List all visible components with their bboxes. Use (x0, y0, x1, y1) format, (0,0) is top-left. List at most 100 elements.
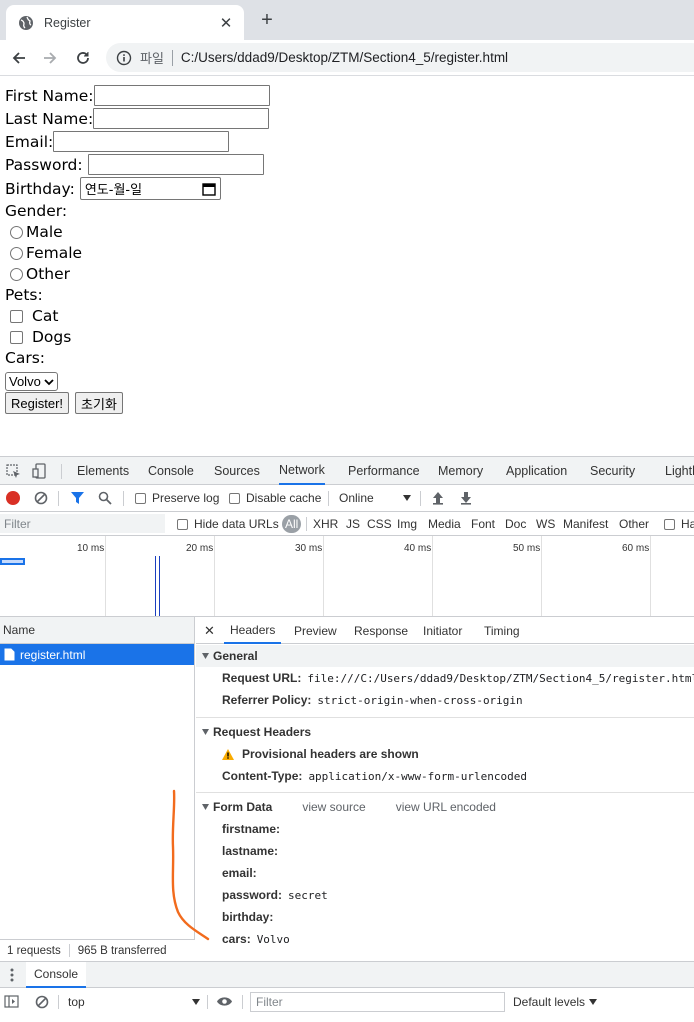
record-icon[interactable] (6, 491, 20, 505)
pet-option-cat[interactable]: Cat (5, 307, 58, 325)
more-vertical-icon[interactable] (10, 968, 14, 982)
gender-option-other[interactable]: Other (5, 265, 70, 283)
download-icon[interactable] (460, 491, 472, 505)
globe-icon (19, 15, 33, 30)
drawer-tab-console[interactable]: Console (26, 962, 87, 988)
checkbox-dogs[interactable] (10, 330, 23, 344)
eye-icon[interactable] (216, 996, 233, 1007)
url-text[interactable]: C:/Users/ddad9/Desktop/ZTM/Section4_5/re… (181, 50, 508, 65)
form-field-row: email: (222, 866, 263, 880)
reset-button[interactable]: 초기화 (75, 392, 123, 414)
pet-option-dogs[interactable]: Dogs (5, 328, 71, 346)
reload-button[interactable] (71, 46, 95, 70)
email-input[interactable] (53, 131, 230, 152)
form-field-row: firstname: (222, 822, 286, 836)
checkbox-box[interactable] (177, 518, 188, 530)
form-field-value: Volvo (256, 932, 290, 946)
detail-tab-headers[interactable]: Headers (224, 617, 282, 644)
detail-tab-timing[interactable]: Timing (484, 617, 520, 644)
password-input[interactable] (87, 154, 264, 175)
type-filter-ws[interactable]: WS (536, 517, 555, 531)
header-value: file:///C:/Users/ddad9/Desktop/ZTM/Secti… (307, 671, 694, 685)
panel-tab-network[interactable]: Network (279, 457, 325, 485)
address-bar[interactable]: 파일 C:/Users/ddad9/Desktop/ZTM/Section4_5… (106, 43, 694, 72)
request-details: ✕ Headers Preview Response Initiator Tim… (196, 617, 694, 961)
type-filter-js[interactable]: JS (346, 517, 360, 531)
inspect-element-icon[interactable] (6, 464, 21, 479)
panel-tab-lighthouse[interactable]: Lighth (665, 457, 694, 485)
checkbox-box[interactable] (135, 492, 146, 504)
throttling-select[interactable]: Online (339, 491, 411, 505)
browser-toolbar: 파일 C:/Users/ddad9/Desktop/ZTM/Section4_5… (0, 40, 694, 76)
gender-option-female[interactable]: Female (5, 244, 82, 262)
register-button[interactable]: Register! (5, 392, 70, 414)
clear-icon[interactable] (34, 491, 48, 505)
radio-male[interactable] (10, 225, 23, 239)
panel-tab-memory[interactable]: Memory (438, 457, 483, 485)
new-tab-button[interactable]: + (256, 9, 278, 31)
radio-other[interactable] (10, 267, 23, 281)
panel-tab-console[interactable]: Console (148, 457, 194, 485)
form-data-section-header[interactable]: Form Data view source view URL encoded (196, 796, 694, 818)
type-filter-css[interactable]: CSS (367, 517, 392, 531)
panel-tab-elements[interactable]: Elements (77, 457, 129, 485)
type-filter-media[interactable]: Media (428, 517, 461, 531)
birthday-input[interactable]: 연도-월-일 (79, 177, 221, 200)
detail-tab-preview[interactable]: Preview (294, 617, 337, 644)
first-name-input[interactable] (93, 85, 270, 106)
context-select[interactable]: top (68, 995, 200, 1009)
close-details-icon[interactable]: ✕ (204, 617, 215, 644)
type-filter-img[interactable]: Img (397, 517, 417, 531)
filter-input[interactable]: Filter (0, 514, 165, 533)
type-filter-all[interactable]: All (282, 515, 302, 533)
search-icon[interactable] (98, 491, 112, 505)
disable-cache-checkbox[interactable]: Disable cache (229, 491, 321, 505)
type-filter-other[interactable]: Other (619, 517, 649, 531)
detail-tab-response[interactable]: Response (354, 617, 408, 644)
request-headers-section-header[interactable]: Request Headers (196, 721, 694, 743)
transferred-size: 965 B transferred (77, 944, 167, 957)
checkbox-box[interactable] (664, 518, 675, 530)
network-overview-timeline[interactable]: 10 ms 20 ms 30 ms 40 ms 50 ms 60 ms (0, 536, 694, 617)
divider (328, 491, 329, 506)
close-tab-icon[interactable]: ✕ (216, 13, 236, 33)
view-url-encoded-link[interactable]: view URL encoded (396, 800, 496, 814)
general-section-header[interactable]: General (196, 645, 694, 667)
panel-tab-performance[interactable]: Performance (348, 457, 420, 485)
last-name-input[interactable] (93, 108, 270, 129)
type-filter-font[interactable]: Font (471, 517, 495, 531)
load-marker (159, 556, 160, 616)
type-filter-xhr[interactable]: XHR (313, 517, 338, 531)
request-row[interactable]: register.html (0, 644, 194, 665)
name-column-header[interactable]: Name (0, 617, 194, 644)
panel-tab-application[interactable]: Application (506, 457, 567, 485)
clear-console-icon[interactable] (35, 995, 49, 1009)
type-filter-doc[interactable]: Doc (505, 517, 526, 531)
calendar-icon[interactable] (202, 182, 216, 196)
panel-tab-sources[interactable]: Sources (214, 457, 260, 485)
checkbox-cat[interactable] (10, 309, 23, 323)
detail-tab-initiator[interactable]: Initiator (423, 617, 462, 644)
forward-button[interactable] (38, 46, 62, 70)
upload-icon[interactable] (432, 491, 444, 505)
hide-data-urls-checkbox[interactable]: Hide data URLs (177, 517, 279, 531)
hide-data-urls-label: Hide data URLs (194, 517, 279, 531)
browser-tab[interactable]: Register ✕ (6, 5, 244, 40)
gender-option-male[interactable]: Male (5, 223, 63, 241)
blocked-cookies-checkbox[interactable]: Ha (664, 517, 694, 531)
type-filter-manifest[interactable]: Manifest (563, 517, 608, 531)
view-source-link[interactable]: view source (302, 800, 365, 814)
checkbox-box[interactable] (229, 492, 240, 504)
console-filter-input[interactable]: Filter (250, 992, 505, 1012)
device-toolbar-icon[interactable] (32, 463, 47, 479)
filter-icon[interactable] (70, 491, 85, 505)
panel-tab-security[interactable]: Security (590, 457, 635, 485)
log-levels-select[interactable]: Default levels (513, 995, 598, 1009)
gender-label-row: Gender: (5, 202, 67, 220)
preserve-log-checkbox[interactable]: Preserve log (135, 491, 219, 505)
back-button[interactable] (7, 46, 31, 70)
radio-female[interactable] (10, 246, 23, 260)
info-icon[interactable] (116, 50, 132, 66)
cars-select[interactable]: Volvo (5, 372, 58, 391)
sidebar-toggle-icon[interactable] (4, 995, 19, 1008)
